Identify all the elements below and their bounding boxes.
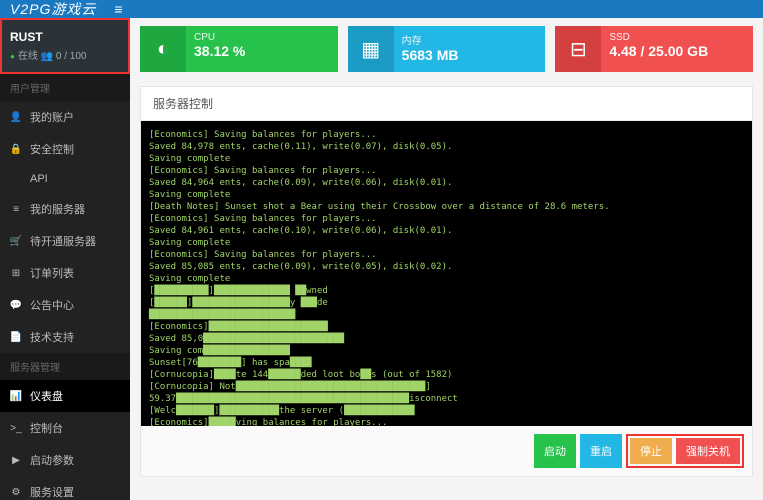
nav-label: 订单列表 xyxy=(30,265,74,281)
ssd-label: SSD xyxy=(609,32,745,43)
console-panel: 服务器控制 [Economics] Saving balances for pl… xyxy=(140,86,753,477)
stat-memory: ▦ 内存5683 MB xyxy=(348,26,546,72)
server-info-card[interactable]: RUST ●在线 👥 0 / 100 xyxy=(0,18,130,74)
nav-icon: 👤 xyxy=(10,112,22,123)
sidebar-item-控制台[interactable]: >_ 控制台 xyxy=(0,412,130,444)
server-slots: 👥 0 / 100 xyxy=(41,51,87,62)
control-buttons: 启动 重启 停止 强制关机 xyxy=(141,426,752,476)
danger-group: 停止 强制关机 xyxy=(626,434,744,468)
sidebar-item-待开通服务器[interactable]: 🛒 待开通服务器 xyxy=(0,225,130,257)
nav-icon: ≡ xyxy=(10,204,22,215)
nav-label: 启动参数 xyxy=(30,452,74,468)
main-content: ◐ CPU38.12 % ▦ 内存5683 MB ⊟ SSD4.48 / 25.… xyxy=(130,18,763,500)
sidebar-item-服务设置[interactable]: ⚙ 服务设置 xyxy=(0,476,130,500)
sidebar-item-安全控制[interactable]: 🔒 安全控制 xyxy=(0,133,130,165)
console-output[interactable]: [Economics] Saving balances for players.… xyxy=(141,121,752,426)
nav-icon: 📊 xyxy=(10,391,22,402)
nav-icon: 🛒 xyxy=(10,236,22,247)
nav-label: 我的账户 xyxy=(30,109,74,125)
nav-label: API xyxy=(30,173,48,185)
nav-icon: >_ xyxy=(10,423,22,434)
sidebar-item-启动参数[interactable]: ▶ 启动参数 xyxy=(0,444,130,476)
menu-toggle-icon[interactable]: ≡ xyxy=(114,1,122,17)
sidebar-item-仪表盘[interactable]: 📊 仪表盘 xyxy=(0,380,130,412)
section-server-mgmt: 服务器管理 xyxy=(0,353,130,380)
start-button[interactable]: 启动 xyxy=(534,434,576,468)
nav-icon: ▶ xyxy=(10,455,22,466)
stat-cpu: ◐ CPU38.12 % xyxy=(140,26,338,72)
status-dot-icon: ● xyxy=(10,52,15,61)
nav-label: 安全控制 xyxy=(30,141,74,157)
chip-icon: ▦ xyxy=(348,26,394,72)
nav-icon: 📄 xyxy=(10,332,22,343)
nav-label: 待开通服务器 xyxy=(30,233,96,249)
nav-label: 服务设置 xyxy=(30,484,74,500)
nav-label: 技术支持 xyxy=(30,329,74,345)
nav-label: 控制台 xyxy=(30,420,63,436)
panel-title: 服务器控制 xyxy=(141,87,752,121)
nav-label: 仪表盘 xyxy=(30,388,63,404)
server-name: RUST xyxy=(10,30,120,44)
section-user-mgmt: 用户管理 xyxy=(0,74,130,101)
nav-icon: ⊞ xyxy=(10,268,22,279)
sidebar-item-API[interactable]: API xyxy=(0,165,130,193)
brand-logo: V2PG游戏云 xyxy=(10,0,96,19)
sidebar-item-技术支持[interactable]: 📄 技术支持 xyxy=(0,321,130,353)
nav-label: 我的服务器 xyxy=(30,201,85,217)
mem-value: 5683 MB xyxy=(402,47,538,63)
nav-icon: 💬 xyxy=(10,300,22,311)
sidebar-item-我的服务器[interactable]: ≡ 我的服务器 xyxy=(0,193,130,225)
server-status: ●在线 👥 0 / 100 xyxy=(10,47,120,62)
stat-ssd: ⊟ SSD4.48 / 25.00 GB xyxy=(555,26,753,72)
cpu-label: CPU xyxy=(194,32,330,43)
restart-button[interactable]: 重启 xyxy=(580,434,622,468)
nav-icon: 🔒 xyxy=(10,144,22,155)
sidebar: RUST ●在线 👥 0 / 100 用户管理 👤 我的账户 🔒 安全控制 API ≡ 我的… xyxy=(0,18,130,500)
sidebar-item-订单列表[interactable]: ⊞ 订单列表 xyxy=(0,257,130,289)
disk-icon: ⊟ xyxy=(555,26,601,72)
sidebar-item-我的账户[interactable]: 👤 我的账户 xyxy=(0,101,130,133)
mem-label: 内存 xyxy=(402,32,538,47)
ssd-value: 4.48 / 25.00 GB xyxy=(609,43,745,59)
force-shutdown-button[interactable]: 强制关机 xyxy=(676,438,740,464)
stop-button[interactable]: 停止 xyxy=(630,438,672,464)
status-label: 在线 xyxy=(18,51,38,62)
gauge-icon: ◐ xyxy=(140,26,186,72)
nav-label: 公告中心 xyxy=(30,297,74,313)
cpu-value: 38.12 % xyxy=(194,43,330,59)
nav-icon: ⚙ xyxy=(10,487,22,498)
sidebar-item-公告中心[interactable]: 💬 公告中心 xyxy=(0,289,130,321)
